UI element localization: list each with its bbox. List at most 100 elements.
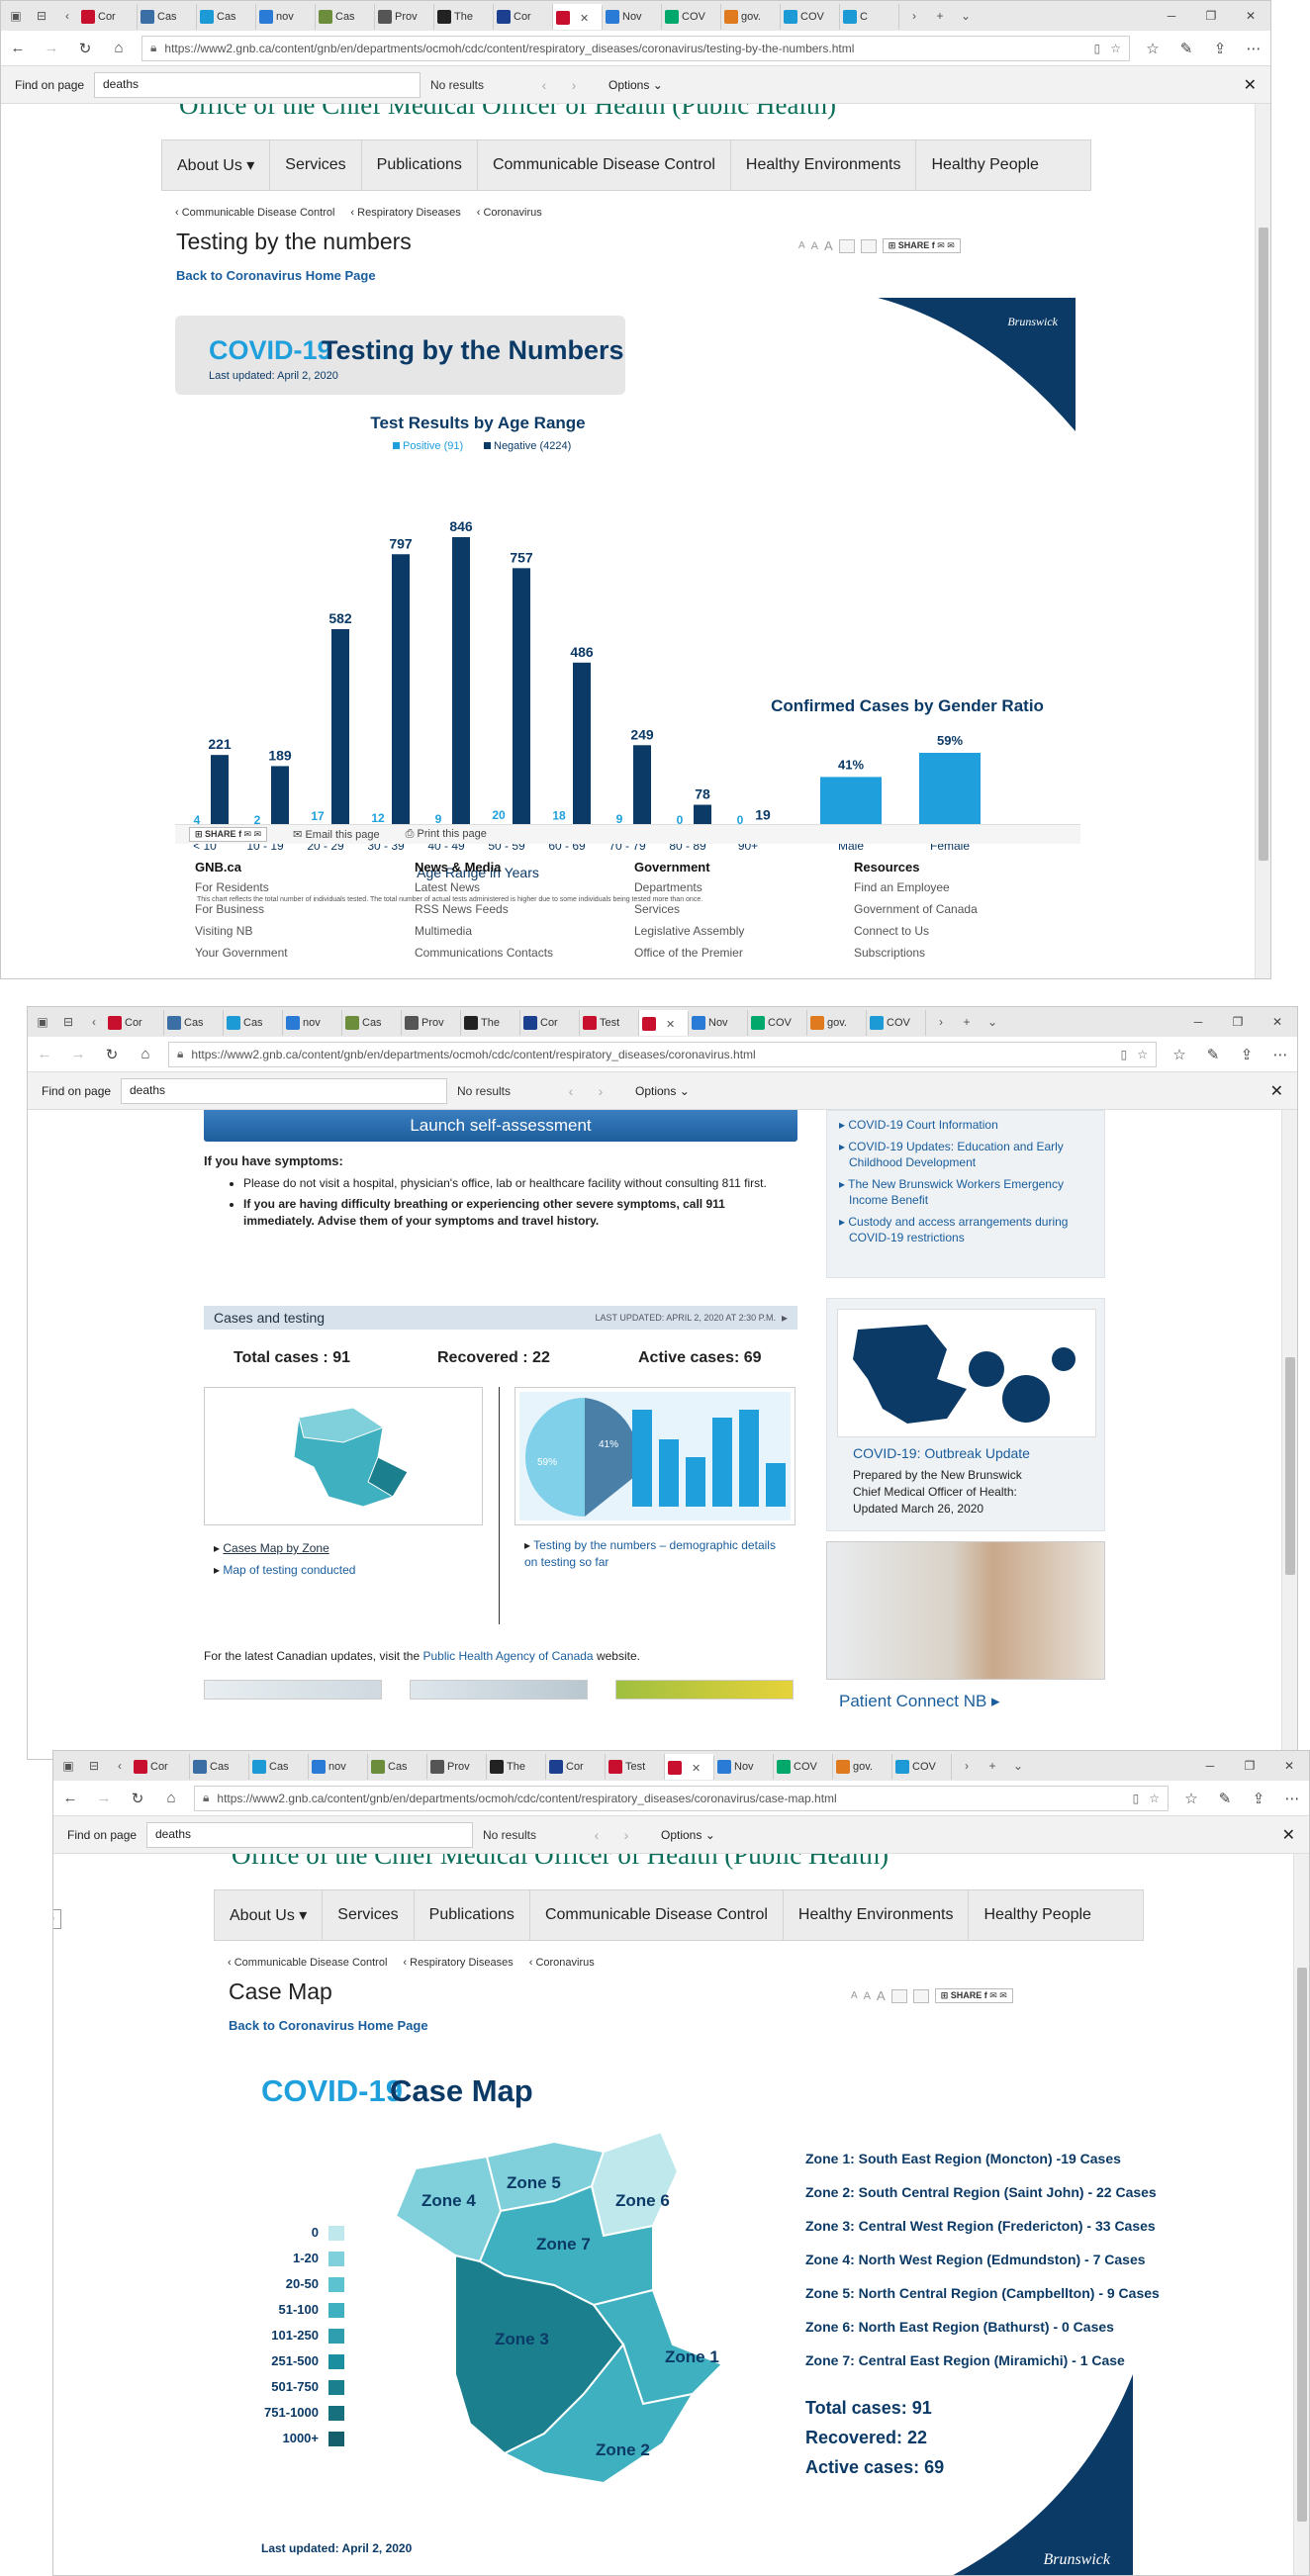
- tab-actions-icon[interactable]: ▣: [57, 1755, 79, 1777]
- crumb-coronavirus[interactable]: ‹ Coronavirus: [477, 207, 542, 219]
- browser-tab[interactable]: Cas: [197, 4, 256, 30]
- find-options[interactable]: Options ⌄: [608, 78, 663, 92]
- browser-tab[interactable]: ✕: [639, 1010, 689, 1036]
- nav-healthy-people[interactable]: Healthy People: [969, 1890, 1106, 1940]
- footer-link[interactable]: Subscriptions: [854, 946, 978, 960]
- phac-link[interactable]: Public Health Agency of Canada: [422, 1649, 593, 1663]
- browser-tab[interactable]: COV: [662, 4, 721, 30]
- favorite-star-icon[interactable]: ☆: [1149, 1792, 1160, 1805]
- forward-icon[interactable]: →: [61, 1046, 95, 1062]
- browser-tab[interactable]: Cas: [316, 4, 375, 30]
- back-to-home-link[interactable]: Back to Coronavirus Home Page: [229, 2018, 428, 2033]
- pen-icon[interactable]: ✎: [1208, 1790, 1242, 1807]
- browser-tab[interactable]: Test: [606, 1754, 665, 1780]
- text-size-small-icon[interactable]: A: [798, 240, 805, 251]
- browser-tab[interactable]: Cor: [494, 4, 553, 30]
- scroll-thumb[interactable]: [1297, 1968, 1307, 2522]
- find-next-icon[interactable]: ›: [559, 77, 589, 93]
- testing-thumbnail[interactable]: 59% 41%: [515, 1387, 795, 1525]
- home-icon[interactable]: ⌂: [129, 1046, 162, 1062]
- find-next-icon[interactable]: ›: [586, 1083, 615, 1099]
- browser-tab[interactable]: gov.: [807, 1010, 867, 1036]
- text-size-medium-icon[interactable]: A: [864, 1990, 871, 2002]
- footer-link[interactable]: Visiting NB: [195, 924, 288, 938]
- footer-link[interactable]: Government of Canada: [854, 902, 978, 916]
- footer-link[interactable]: Connect to Us: [854, 924, 978, 938]
- footer-link[interactable]: Find an Employee: [854, 880, 978, 894]
- restore-icon[interactable]: ❐: [1230, 1759, 1269, 1773]
- browser-tab[interactable]: Cas: [190, 1754, 249, 1780]
- back-to-home-link[interactable]: Back to Coronavirus Home Page: [176, 268, 376, 283]
- reading-view-icon[interactable]: ▯: [1121, 1048, 1128, 1061]
- footer-link[interactable]: Communications Contacts: [415, 946, 553, 960]
- browser-tab[interactable]: COV: [774, 1754, 833, 1780]
- share-icon[interactable]: ⇪: [1242, 1790, 1275, 1807]
- share-button[interactable]: ⊞ SHARE f ✉ ✉: [882, 238, 961, 253]
- patient-connect-image[interactable]: [826, 1541, 1105, 1680]
- new-tab-icon[interactable]: +: [956, 1011, 978, 1033]
- footer-link[interactable]: Multimedia: [415, 924, 553, 938]
- tab-scroll-left-icon[interactable]: ‹: [56, 5, 78, 27]
- crumb-respiratory[interactable]: ‹ Respiratory Diseases: [350, 207, 460, 219]
- nav-communicable-disease[interactable]: Communicable Disease Control: [478, 140, 731, 190]
- email-page-link[interactable]: ✉ Email this page: [293, 828, 380, 841]
- new-tab-icon[interactable]: +: [929, 5, 951, 27]
- share-icon[interactable]: ⇪: [1203, 40, 1237, 57]
- browser-tab[interactable]: Cor: [131, 1754, 190, 1780]
- outbreak-link[interactable]: COVID-19: Outbreak Update: [853, 1445, 1030, 1461]
- pen-icon[interactable]: ✎: [1196, 1046, 1230, 1063]
- tab-actions-icon[interactable]: ▣: [5, 5, 27, 27]
- forward-icon[interactable]: →: [35, 40, 68, 56]
- print-icon[interactable]: [890, 1988, 907, 2003]
- browser-tab[interactable]: COV: [748, 1010, 807, 1036]
- tab-dropdown-icon[interactable]: ⌄: [982, 1011, 1003, 1033]
- crumb-respiratory[interactable]: ‹ Respiratory Diseases: [403, 1957, 513, 1969]
- browser-tab[interactable]: C: [840, 4, 899, 30]
- footer-share-button[interactable]: ⊞ SHARE f ✉ ✉: [189, 827, 268, 842]
- nav-services[interactable]: Services: [323, 1890, 415, 1940]
- reading-view-icon[interactable]: ▯: [1133, 1792, 1140, 1805]
- footer-link[interactable]: For Residents: [195, 880, 288, 894]
- footer-link[interactable]: Departments: [634, 880, 744, 894]
- zone-6-shape[interactable]: [590, 2130, 680, 2238]
- close-window-icon[interactable]: ✕: [1231, 9, 1270, 23]
- sidebar-link[interactable]: ▸ COVID-19 Court Information: [839, 1117, 1092, 1133]
- browser-tab[interactable]: Cor: [105, 1010, 164, 1036]
- favorites-icon[interactable]: ☆: [1136, 40, 1170, 57]
- home-icon[interactable]: ⌂: [102, 40, 136, 56]
- nav-communicable-disease[interactable]: Communicable Disease Control: [530, 1890, 784, 1940]
- minimize-icon[interactable]: ─: [1152, 9, 1191, 23]
- find-close-icon[interactable]: ✕: [1244, 75, 1257, 95]
- close-window-icon[interactable]: ✕: [1269, 1759, 1309, 1773]
- text-size-small-icon[interactable]: A: [851, 1990, 858, 2001]
- refresh-icon[interactable]: ↻: [68, 40, 102, 57]
- footer-link[interactable]: Services: [634, 902, 744, 916]
- favorites-icon[interactable]: ☆: [1163, 1046, 1196, 1063]
- browser-tab[interactable]: COV: [781, 4, 840, 30]
- minimize-icon[interactable]: ─: [1190, 1759, 1230, 1773]
- refresh-icon[interactable]: ↻: [121, 1790, 154, 1807]
- tab-preview-icon[interactable]: ⊟: [83, 1755, 105, 1777]
- browser-tab[interactable]: gov.: [833, 1754, 892, 1780]
- browser-tab[interactable]: The: [487, 1754, 546, 1780]
- browser-tab[interactable]: Cas: [249, 1754, 309, 1780]
- footer-link[interactable]: Latest News: [415, 880, 553, 894]
- browser-tab[interactable]: Cas: [368, 1754, 427, 1780]
- more-icon[interactable]: ⋯: [1275, 1790, 1309, 1807]
- browser-tab[interactable]: Cas: [342, 1010, 402, 1036]
- text-size-medium-icon[interactable]: A: [811, 240, 818, 252]
- more-icon[interactable]: ⋯: [1263, 1046, 1297, 1063]
- scrollbar[interactable]: [1255, 104, 1270, 978]
- outbreak-image[interactable]: [837, 1309, 1096, 1437]
- refresh-icon[interactable]: ↻: [95, 1046, 129, 1063]
- scroll-thumb[interactable]: [1285, 1357, 1295, 1575]
- browser-tab[interactable]: Cor: [546, 1754, 606, 1780]
- nav-services[interactable]: Services: [270, 140, 362, 190]
- tab-scroll-left-icon[interactable]: ‹: [83, 1011, 105, 1033]
- browser-tab[interactable]: Cas: [224, 1010, 283, 1036]
- find-prev-icon[interactable]: ‹: [529, 77, 559, 93]
- crumb-coronavirus[interactable]: ‹ Coronavirus: [529, 1957, 595, 1969]
- restore-icon[interactable]: ❐: [1191, 9, 1231, 23]
- url-field[interactable]: 🔒︎ https://www2.gnb.ca/content/gnb/en/de…: [168, 1041, 1157, 1067]
- close-tab-icon[interactable]: ✕: [666, 1018, 675, 1031]
